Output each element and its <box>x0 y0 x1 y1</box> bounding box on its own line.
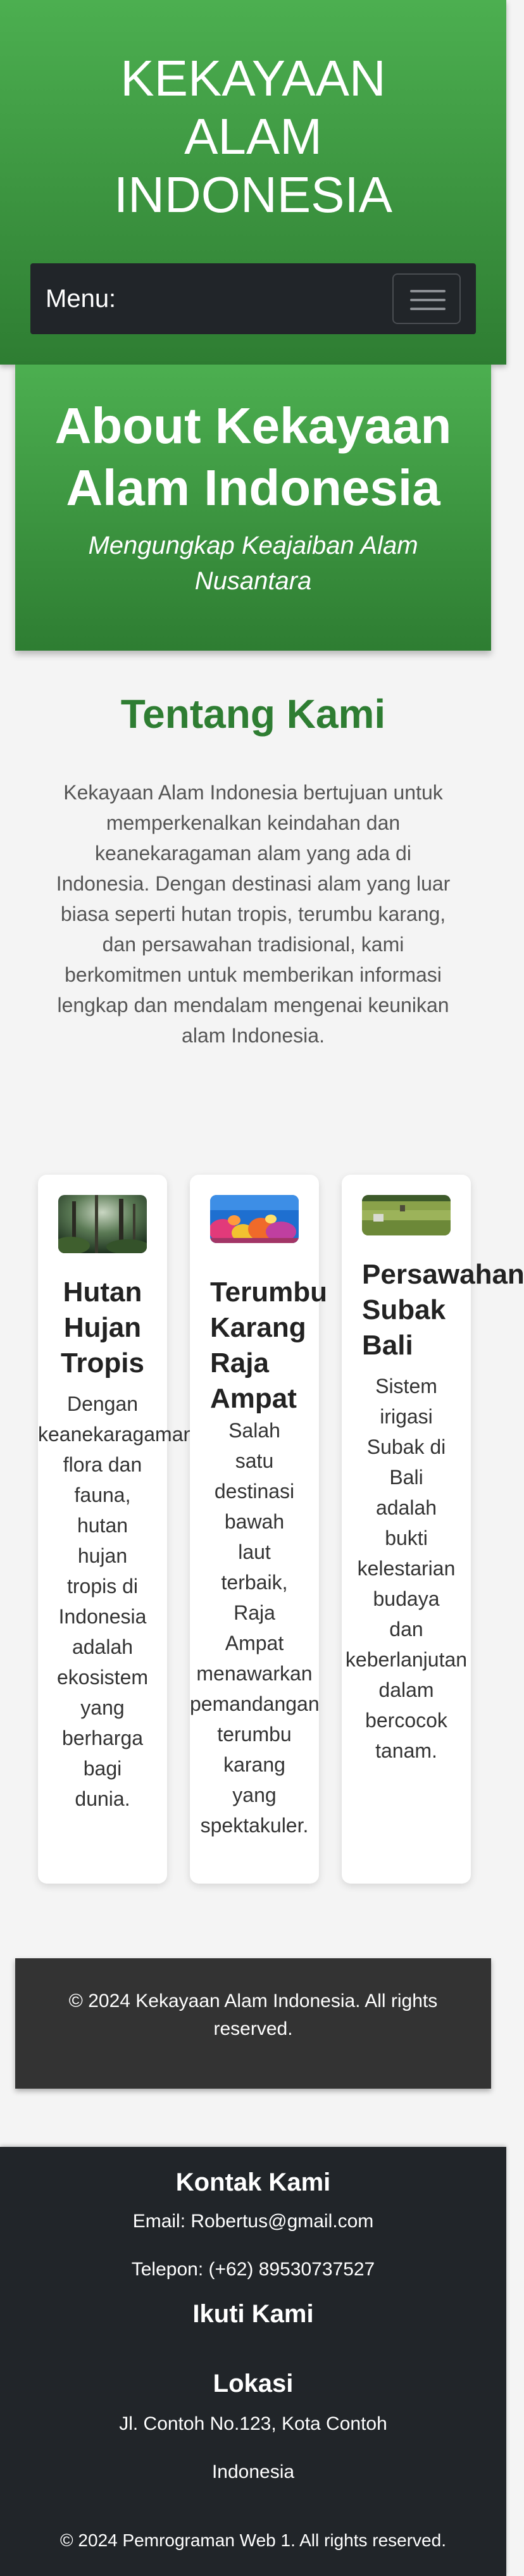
navbar-toggle-button[interactable] <box>392 273 461 324</box>
follow-heading: Ikuti Kami <box>192 2300 314 2328</box>
address-line-2: Indonesia <box>211 2461 295 2482</box>
card-terumbu: Terumbu Karang Raja Ampat Salah satu des… <box>190 1175 327 1884</box>
contact-phone: Telepon: (+62) 89530737527 <box>131 2259 375 2280</box>
hamburger-icon <box>410 290 446 292</box>
tentang-text: Kekayaan Alam Indonesia bertujuan untuk … <box>56 781 451 1047</box>
location-heading: Lokasi <box>213 2370 294 2398</box>
card-hutan: Hutan Hujan Tropis Dengan keanekaragaman… <box>38 1175 195 1884</box>
card-persawahan: Persawahan Subak Bali Sistem irigasi Sub… <box>342 1175 524 1884</box>
about-title: About Kekayaan Alam Indonesia <box>54 397 452 516</box>
about-subtitle: Mengungkap Keajaiban Alam Nusantara <box>88 532 418 595</box>
site-title: KEKAYAAN ALAM INDONESIA <box>113 50 393 223</box>
site-footer: Kontak Kami Email: Robertus@gmail.com Te… <box>0 2147 506 2576</box>
footer-copyright: © 2024 Pemrograman Web 1. All rights res… <box>60 2530 446 2550</box>
navbar: Menu: <box>30 263 476 334</box>
contact-email: Email: Robertus@gmail.com <box>132 2211 374 2232</box>
coral-reef-image <box>210 1195 299 1243</box>
card-text: Sistem irigasi Subak di Bali adalah bukt… <box>345 1375 468 1762</box>
tentang-title: Tentang Kami <box>120 691 386 737</box>
rice-terrace-image <box>362 1195 451 1235</box>
card-text: Dengan keanekaragaman flora dan fauna, h… <box>38 1392 195 1810</box>
card-title: Persawahan Subak Bali <box>362 1259 524 1361</box>
copyright-box-text: © 2024 Kekayaan Alam Indonesia. All righ… <box>68 1991 438 2039</box>
hamburger-icon <box>410 299 446 301</box>
menu-label: Menu: <box>46 285 116 313</box>
site-header: KEKAYAAN ALAM INDONESIA Menu: <box>0 0 506 365</box>
card-text: Salah satu destinasi bawah laut terbaik,… <box>190 1419 320 1837</box>
address-line-1: Jl. Contoh No.123, Kota Contoh <box>119 2413 387 2434</box>
about-banner: About Kekayaan Alam Indonesia Mengungkap… <box>15 365 491 651</box>
hamburger-icon <box>410 308 446 310</box>
contact-heading: Kontak Kami <box>175 2168 331 2196</box>
copyright-box: © 2024 Kekayaan Alam Indonesia. All righ… <box>15 1958 491 2089</box>
forest-image <box>58 1195 147 1253</box>
card-title: Hutan Hujan Tropis <box>60 1277 145 1379</box>
card-title: Terumbu Karang Raja Ampat <box>210 1277 327 1414</box>
